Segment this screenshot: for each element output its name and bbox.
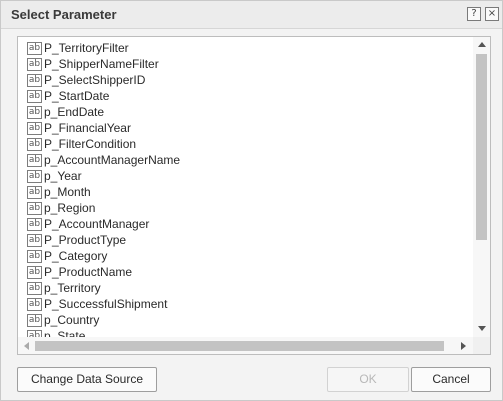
scroll-up-icon[interactable] [478, 42, 486, 47]
text-parameter-icon: ab [27, 330, 42, 337]
dialog-title: Select Parameter [11, 7, 117, 22]
list-item-label: p_State [44, 329, 86, 337]
cancel-button[interactable]: Cancel [411, 367, 491, 392]
scrollbar-corner [473, 337, 490, 354]
list-item-label: p_Country [44, 313, 100, 327]
text-parameter-icon: ab [27, 282, 42, 295]
list-item-label: P_ProductName [44, 265, 133, 279]
scroll-left-icon[interactable] [24, 342, 29, 350]
text-parameter-icon: ab [27, 234, 42, 247]
text-parameter-icon: ab [27, 250, 42, 263]
text-parameter-icon: ab [27, 266, 42, 279]
horizontal-scroll-thumb[interactable] [35, 341, 444, 351]
parameter-list[interactable]: ab P_TerritoryFilter ab P_ShipperNameFilter… [17, 36, 491, 355]
text-parameter-icon: ab [27, 298, 42, 311]
text-parameter-icon: ab [27, 90, 42, 103]
text-parameter-icon: ab [27, 106, 42, 119]
text-parameter-icon: ab [27, 58, 42, 71]
horizontal-scrollbar[interactable] [18, 337, 473, 354]
ok-button[interactable]: OK [327, 367, 409, 392]
vertical-scrollbar[interactable] [473, 37, 490, 337]
list-item-label: p_EndDate [44, 105, 105, 119]
text-parameter-icon: ab [27, 42, 42, 55]
list-item-label: p_Month [44, 185, 91, 199]
list-item-label: P_AccountManager [44, 217, 150, 231]
parameter-list-items: ab P_TerritoryFilter ab P_ShipperNameFilter… [18, 37, 473, 337]
list-item-label: p_AccountManagerName [44, 153, 181, 167]
scroll-right-icon[interactable] [461, 342, 466, 350]
list-item-label: P_ProductType [44, 233, 127, 247]
vertical-scroll-thumb[interactable] [476, 54, 487, 240]
list-item-label: P_SelectShipperID [44, 73, 146, 87]
list-item-label: P_Category [44, 249, 108, 263]
list-item-label: P_ShipperNameFilter [44, 57, 159, 71]
select-parameter-dialog: Select Parameter ? × ab P_TerritoryFilter… [0, 0, 503, 401]
text-parameter-icon: ab [27, 138, 42, 151]
list-item-label: P_TerritoryFilter [44, 41, 129, 55]
list-item-label: P_SuccessfulShipment [44, 297, 168, 311]
text-parameter-icon: ab [27, 122, 42, 135]
text-parameter-icon: ab [27, 218, 42, 231]
text-parameter-icon: ab [27, 74, 42, 87]
list-item-label: P_StartDate [44, 89, 110, 103]
help-icon[interactable]: ? [467, 7, 481, 21]
scroll-down-icon[interactable] [478, 326, 486, 331]
change-data-source-button[interactable]: Change Data Source [17, 367, 157, 392]
list-item-label: P_FinancialYear [44, 121, 131, 135]
text-parameter-icon: ab [27, 186, 42, 199]
text-parameter-icon: ab [27, 170, 42, 183]
list-item-label: P_FilterCondition [44, 137, 137, 151]
list-item-label: p_Year [44, 169, 82, 183]
list-item-label: p_Territory [44, 281, 101, 295]
list-item-label: p_Region [44, 201, 96, 215]
title-bar: Select Parameter ? × [1, 1, 502, 29]
text-parameter-icon: ab [27, 154, 42, 167]
text-parameter-icon: ab [27, 202, 42, 215]
text-parameter-icon: ab [27, 314, 42, 327]
close-icon[interactable]: × [485, 7, 499, 21]
